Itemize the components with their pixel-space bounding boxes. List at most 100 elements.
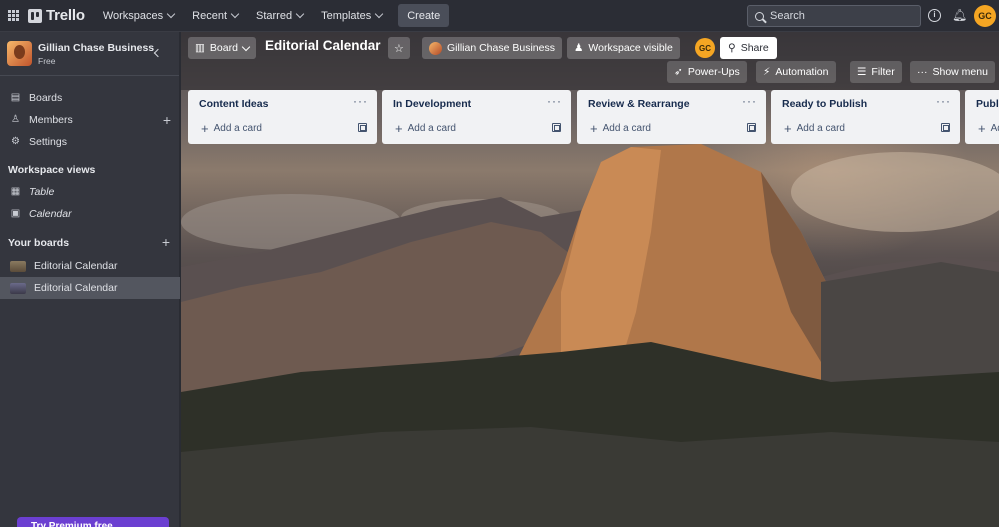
- create-button[interactable]: Create: [398, 4, 450, 27]
- starred-menu-button[interactable]: Starred: [248, 4, 311, 28]
- chevron-down-icon: [241, 42, 251, 51]
- sidebar-item-label: Calendar: [29, 208, 72, 220]
- list-menu-icon[interactable]: ···: [936, 94, 951, 108]
- nav-menu: Workspaces Recent Starred Templates: [95, 4, 390, 28]
- info-icon[interactable]: i: [928, 9, 941, 22]
- board-icon: ▥: [195, 42, 205, 54]
- add-card-label: Add a card: [796, 123, 845, 134]
- card-template-icon[interactable]: [941, 123, 950, 132]
- list-column: In Development ··· + Add a card: [382, 90, 571, 144]
- search-placeholder: Search: [770, 10, 805, 22]
- add-member-icon[interactable]: +: [163, 113, 171, 127]
- person-icon: ♙: [11, 114, 20, 125]
- sidebar-item-calendar[interactable]: ▣ Calendar: [0, 203, 180, 225]
- recent-menu-button[interactable]: Recent: [184, 4, 246, 28]
- trello-logo[interactable]: Trello: [28, 7, 85, 24]
- workspaces-menu-button[interactable]: Workspaces: [95, 4, 182, 28]
- list-title[interactable]: In Development: [393, 98, 471, 110]
- plus-icon: +: [978, 123, 986, 134]
- visibility-button[interactable]: ♟ Workspace visible: [567, 37, 680, 59]
- table-icon: ▦: [10, 186, 21, 197]
- search-input[interactable]: Search: [747, 5, 921, 27]
- try-premium-button[interactable]: Try Premium free: [17, 517, 169, 527]
- list-menu-icon[interactable]: ···: [353, 94, 368, 108]
- chevron-down-icon: [166, 9, 176, 19]
- filter-label: Filter: [871, 66, 895, 78]
- automation-label: Automation: [775, 66, 829, 78]
- automation-button[interactable]: ⚡︎ Automation: [756, 61, 836, 83]
- list-title[interactable]: Ready to Publish: [782, 98, 867, 110]
- member-avatar[interactable]: GC: [695, 38, 715, 58]
- sidebar-item-settings[interactable]: ⚙ Settings: [0, 131, 180, 153]
- workspace-name: Gillian Chase Business: [38, 41, 155, 54]
- list-column-partial: Publi + Add a card: [965, 90, 999, 144]
- add-card-button[interactable]: + Add a card: [395, 120, 456, 136]
- add-card-button[interactable]: + Add a card: [784, 120, 845, 136]
- plus-icon: +: [784, 120, 792, 136]
- plus-icon: +: [201, 120, 209, 136]
- filter-button[interactable]: ☰ Filter: [850, 61, 902, 83]
- lightning-icon: ⚡︎: [763, 66, 771, 78]
- your-boards-heading: Your boards: [8, 237, 70, 249]
- list-menu-icon[interactable]: ···: [742, 94, 757, 108]
- list-title[interactable]: Content Ideas: [199, 98, 268, 110]
- bell-icon[interactable]: 🔔︎: [952, 9, 967, 22]
- add-card-button[interactable]: + Add a card: [978, 123, 999, 134]
- sidebar-item-boards[interactable]: ▤ Boards: [0, 87, 180, 109]
- card-template-icon[interactable]: [747, 123, 756, 132]
- board-title[interactable]: Editorial Calendar: [265, 38, 381, 53]
- share-button[interactable]: ⚲ Share: [720, 37, 777, 59]
- board-view-switcher[interactable]: ▥ Board: [188, 37, 256, 59]
- card-template-icon[interactable]: [358, 123, 367, 132]
- workspace-header: Gillian Chase Business Free: [0, 32, 179, 76]
- workspace-plan: Free: [38, 55, 56, 66]
- list-title[interactable]: Review & Rearrange: [588, 98, 690, 110]
- sidebar-item-members[interactable]: ♙ Members +: [0, 109, 180, 131]
- logo-text: Trello: [46, 7, 85, 24]
- people-icon: ♟: [574, 42, 584, 54]
- add-card-button[interactable]: + Add a card: [201, 120, 262, 136]
- plus-icon: +: [590, 120, 598, 136]
- sidebar: Gillian Chase Business Free ▤ Boards ♙ M…: [0, 32, 180, 527]
- workspace-label: Gillian Chase Business: [447, 42, 555, 54]
- board-icon: ▤: [10, 92, 21, 103]
- power-ups-button[interactable]: ➶ Power-Ups: [667, 61, 747, 83]
- add-card-button[interactable]: + Add a card: [590, 120, 651, 136]
- sidebar-item-label: Boards: [29, 92, 63, 104]
- user-avatar[interactable]: GC: [974, 5, 996, 27]
- add-card-label: Add a card: [407, 123, 456, 134]
- list-menu-icon[interactable]: ···: [547, 94, 562, 108]
- rocket-icon: ➶: [674, 66, 683, 78]
- menu-label: Recent: [192, 9, 227, 22]
- sidebar-item-table[interactable]: ▦ Table: [0, 181, 180, 203]
- grid-icon: [7, 10, 19, 21]
- sidebar-board-item-active[interactable]: Editorial Calendar: [0, 277, 180, 299]
- add-board-icon[interactable]: +: [162, 235, 170, 249]
- share-label: Share: [740, 42, 769, 54]
- board-canvas: ▥ Board Editorial Calendar ☆ Gillian Cha…: [181, 32, 999, 527]
- plus-icon: +: [395, 120, 403, 136]
- add-card-label: Add a card: [990, 123, 999, 134]
- board-label: Editorial Calendar: [34, 260, 118, 272]
- templates-menu-button[interactable]: Templates: [313, 4, 390, 28]
- show-menu-button[interactable]: ··· Show menu: [910, 61, 995, 83]
- chevron-down-icon: [230, 9, 240, 19]
- workspace-button[interactable]: Gillian Chase Business: [422, 37, 562, 59]
- app-switcher-button[interactable]: [0, 0, 26, 32]
- board-label: Editorial Calendar: [34, 282, 118, 294]
- power-ups-label: Power-Ups: [687, 66, 740, 78]
- add-card-label: Add a card: [602, 123, 651, 134]
- calendar-icon: ▣: [10, 208, 21, 219]
- trello-logo-icon: [28, 8, 42, 23]
- card-template-icon[interactable]: [552, 123, 561, 132]
- sidebar-item-label: Members: [29, 114, 73, 126]
- add-card-label: Add a card: [213, 123, 262, 134]
- sidebar-board-item[interactable]: Editorial Calendar: [0, 255, 180, 277]
- collapse-sidebar-icon[interactable]: [153, 48, 163, 58]
- view-label: Board: [209, 42, 238, 54]
- show-menu-label: Show menu: [932, 66, 988, 78]
- list-column: Content Ideas ··· + Add a card: [188, 90, 377, 144]
- list-title[interactable]: Publi: [976, 98, 999, 110]
- more-icon: ···: [917, 66, 928, 78]
- star-board-button[interactable]: ☆: [388, 37, 410, 59]
